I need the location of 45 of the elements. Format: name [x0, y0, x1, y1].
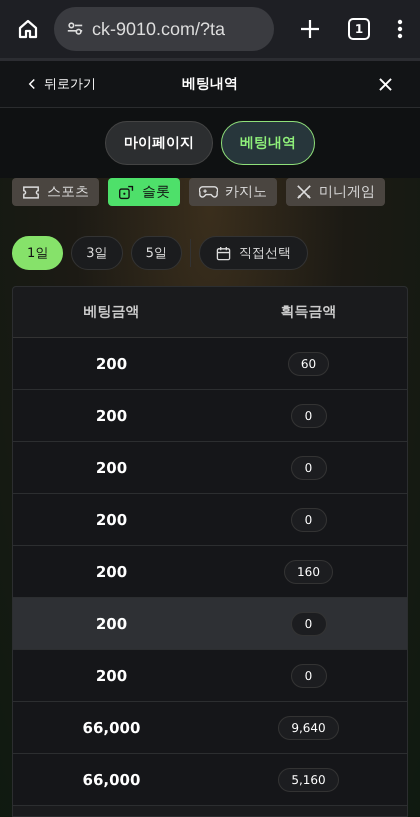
more-icon[interactable]	[396, 17, 404, 41]
calendar-icon	[216, 246, 231, 260]
win-amount-badge: 0	[290, 508, 326, 532]
win-amount-badge: 60	[288, 352, 330, 376]
date-picker-button[interactable]: 직접선택	[198, 236, 308, 270]
tab[interactable]: 마이페이지	[105, 121, 213, 165]
column-header: 베팅금액	[82, 303, 140, 321]
tab[interactable]: 베팅내역	[221, 121, 315, 165]
period-button[interactable]: 5일	[130, 236, 182, 270]
plus-icon[interactable]	[298, 17, 322, 41]
win-amount-badge: 0	[290, 404, 326, 428]
bet-amount: 200	[96, 666, 128, 684]
bet-amount: 200	[96, 406, 128, 424]
win-amount-badge: 5,160	[278, 768, 339, 792]
ticket-icon	[22, 184, 40, 200]
category-chip[interactable]: 스포츠	[12, 178, 99, 206]
tab-count[interactable]: 1	[348, 18, 370, 40]
win-amount-badge: 160	[284, 560, 333, 584]
close-icon[interactable]	[379, 78, 392, 90]
url-text: ck-9010.com/?ta	[92, 18, 226, 40]
address-bar[interactable]: ck-9010.com/?ta	[54, 7, 274, 51]
bet-amount: 66,000	[82, 770, 140, 788]
dice-icon	[118, 184, 135, 200]
bet-amount: 200	[96, 354, 128, 372]
page-title: 베팅내역	[182, 75, 238, 93]
win-amount-badge: 0	[290, 664, 326, 688]
bet-amount: 200	[96, 458, 128, 476]
win-amount-badge: 9,640	[278, 716, 339, 740]
bet-amount: 200	[96, 562, 128, 580]
category-chip[interactable]: 슬롯	[108, 178, 180, 206]
period-button[interactable]: 1일	[12, 236, 64, 270]
bet-amount: 200	[96, 510, 128, 528]
chevron-left-icon	[28, 78, 36, 90]
column-header: 획득금액	[280, 303, 338, 321]
crossed-swords-icon	[296, 184, 312, 200]
category-chip[interactable]: 카지노	[189, 178, 277, 206]
gamepad-icon	[199, 185, 218, 199]
home-icon[interactable]	[16, 17, 40, 41]
period-button[interactable]: 3일	[71, 236, 123, 270]
win-amount-badge: 0	[290, 456, 326, 480]
category-chip[interactable]: 미니게임	[286, 178, 385, 206]
bet-amount: 200	[96, 614, 128, 632]
back-button[interactable]: 뒤로가기	[28, 75, 96, 93]
win-amount-badge: 0	[290, 612, 326, 636]
bet-amount: 66,000	[82, 718, 140, 736]
